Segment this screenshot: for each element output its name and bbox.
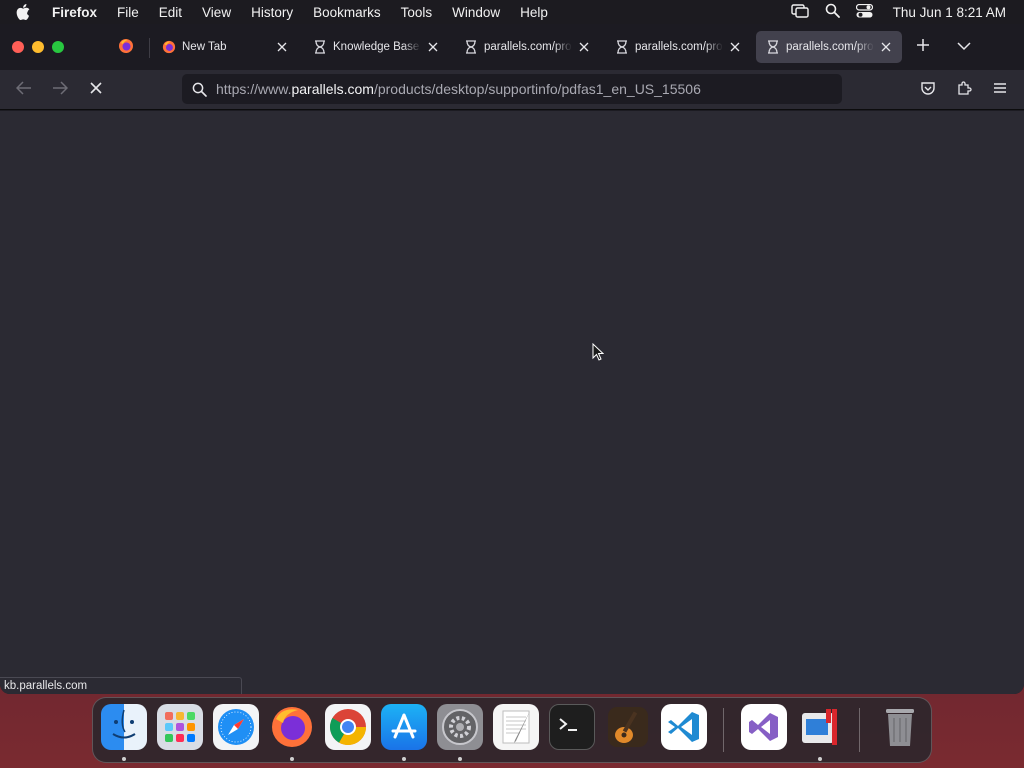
window-controls <box>12 41 64 53</box>
search-icon <box>190 80 208 98</box>
running-indicator <box>818 757 822 761</box>
menu-edit[interactable]: Edit <box>159 5 182 20</box>
tab-title: parallels.com/products <box>786 41 874 53</box>
firefox-icon[interactable] <box>269 704 315 750</box>
forward-button[interactable] <box>50 80 70 100</box>
firefox-icon <box>162 40 176 54</box>
list-all-tabs-button[interactable] <box>954 37 974 57</box>
app-store-icon[interactable] <box>381 704 427 750</box>
system-preferences-icon[interactable] <box>437 704 483 750</box>
arrow-left-icon <box>15 80 32 100</box>
plus-icon <box>916 38 930 57</box>
hourglass-icon <box>313 40 327 54</box>
tab-new-tab[interactable]: New Tab <box>152 31 298 63</box>
close-window-button[interactable] <box>12 41 24 53</box>
status-panel: kb.parallels.com <box>0 677 242 694</box>
running-indicator <box>402 757 406 761</box>
address-bar[interactable]: https://www.parallels.com/products/deskt… <box>182 74 842 104</box>
finder-icon[interactable] <box>101 704 147 750</box>
menu-app-firefox[interactable]: Firefox <box>52 5 97 20</box>
hourglass-icon <box>615 40 629 54</box>
garageband-icon[interactable] <box>605 704 651 750</box>
mouse-cursor-icon <box>592 342 605 366</box>
apple-menu-icon[interactable] <box>16 4 38 20</box>
app-menu-button[interactable] <box>990 80 1010 100</box>
menu-bar: Firefox File Edit View History Bookmarks… <box>0 0 1024 24</box>
page-content <box>0 111 1024 694</box>
terminal-icon[interactable] <box>549 704 595 750</box>
running-indicator <box>122 757 126 761</box>
stop-loading-button[interactable] <box>86 80 106 100</box>
menu-tools[interactable]: Tools <box>401 5 433 20</box>
menu-view[interactable]: View <box>202 5 231 20</box>
new-tab-button[interactable] <box>913 37 933 57</box>
navigation-toolbar: https://www.parallels.com/products/deskt… <box>0 70 1024 110</box>
chevron-down-icon <box>957 38 971 56</box>
hamburger-menu-icon <box>993 81 1007 99</box>
url-host: parallels.com <box>291 81 374 97</box>
tab-parallels-active[interactable]: parallels.com/products <box>756 31 902 63</box>
tab-title: New Tab <box>182 41 270 53</box>
visual-studio-icon[interactable] <box>741 704 787 750</box>
parallels-desktop-icon[interactable] <box>797 704 843 750</box>
close-icon <box>90 81 102 99</box>
dock <box>92 697 932 763</box>
firefox-icon <box>118 38 134 59</box>
launchpad-icon[interactable] <box>157 704 203 750</box>
menu-bookmarks[interactable]: Bookmarks <box>313 5 381 20</box>
tab-parallels-1[interactable]: parallels.com/products <box>454 31 600 63</box>
pinned-tab-firefox[interactable] <box>104 33 148 63</box>
safari-icon[interactable] <box>213 704 259 750</box>
tab-title: parallels.com/products <box>484 41 572 53</box>
url-path: /products/desktop/supportinfo/pdfas1_en_… <box>373 81 701 97</box>
close-tab-icon[interactable] <box>274 39 290 55</box>
tab-parallels-2[interactable]: parallels.com/products <box>605 31 751 63</box>
menu-help[interactable]: Help <box>520 5 548 20</box>
menubar-clock[interactable]: Thu Jun 1 8:21 AM <box>893 5 1006 20</box>
menu-window[interactable]: Window <box>452 5 500 20</box>
pocket-icon <box>920 80 936 101</box>
minimize-window-button[interactable] <box>32 41 44 53</box>
extensions-button[interactable] <box>954 80 974 100</box>
back-button[interactable] <box>14 80 34 100</box>
dock-separator <box>723 708 724 752</box>
tab-separator <box>149 38 150 58</box>
menu-file[interactable]: File <box>117 5 139 20</box>
zoom-window-button[interactable] <box>52 41 64 53</box>
chrome-icon[interactable] <box>325 704 371 750</box>
pocket-button[interactable] <box>918 80 938 100</box>
tab-title: parallels.com/products <box>635 41 723 53</box>
running-indicator <box>290 757 294 761</box>
url-text[interactable]: https://www.parallels.com/products/deskt… <box>216 81 701 97</box>
menu-history[interactable]: History <box>251 5 293 20</box>
tab-strip: New Tab Knowledge Base parallels.com/pro… <box>0 24 1024 70</box>
close-tab-icon[interactable] <box>878 39 894 55</box>
tab-title: Knowledge Base <box>333 41 421 53</box>
browser-window: New Tab Knowledge Base parallels.com/pro… <box>0 24 1024 694</box>
running-indicator <box>458 757 462 761</box>
close-tab-icon[interactable] <box>727 39 743 55</box>
control-center-icon[interactable] <box>855 3 873 21</box>
trash-icon[interactable] <box>877 704 923 750</box>
vscode-icon[interactable] <box>661 704 707 750</box>
spotlight-search-icon[interactable] <box>825 3 840 21</box>
puzzle-piece-icon <box>956 80 972 101</box>
hourglass-icon <box>464 40 478 54</box>
arrow-right-icon <box>52 80 69 100</box>
textedit-icon[interactable] <box>493 704 539 750</box>
close-tab-icon[interactable] <box>425 39 441 55</box>
tab-knowledge-base[interactable]: Knowledge Base <box>303 31 449 63</box>
hourglass-icon <box>766 40 780 54</box>
url-prefix: https://www. <box>216 81 292 97</box>
close-tab-icon[interactable] <box>576 39 592 55</box>
dock-separator <box>859 708 860 752</box>
screen-mirroring-icon[interactable] <box>790 3 809 21</box>
